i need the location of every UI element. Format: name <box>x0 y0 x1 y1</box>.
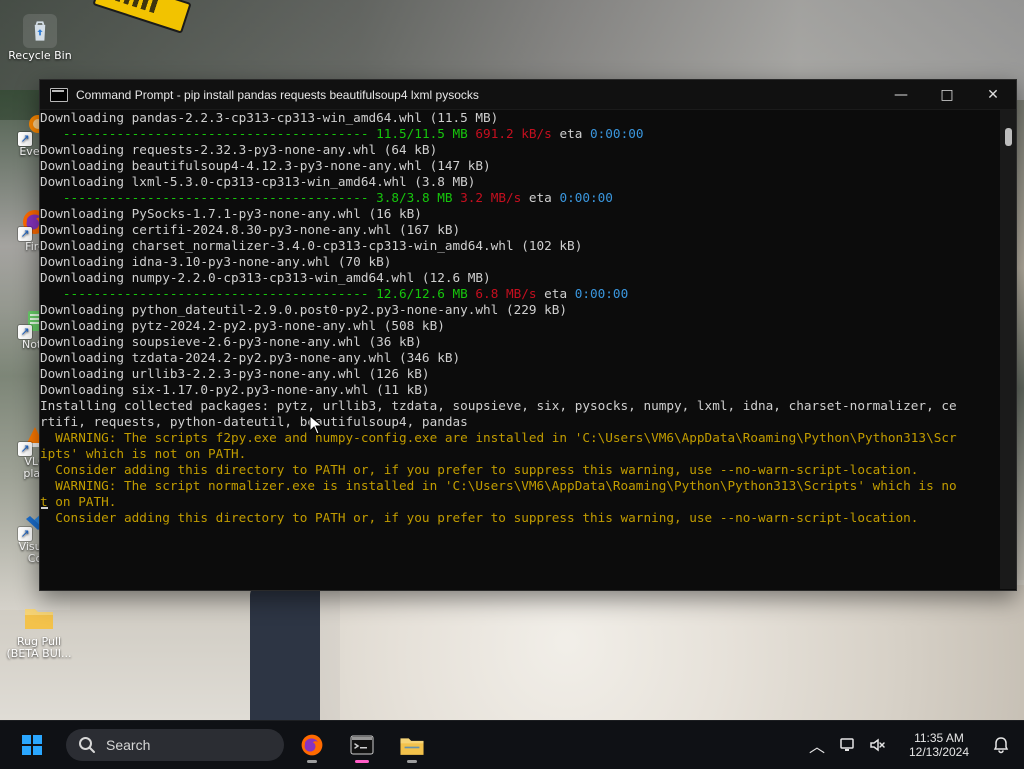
clock-time: 11:35 AM <box>914 731 964 745</box>
console-output[interactable]: Downloading pandas-2.2.3-cp313-cp313-win… <box>40 110 1000 589</box>
network-button[interactable] <box>832 723 862 767</box>
console-segment: 11.5/11.5 MB <box>376 126 468 141</box>
network-icon <box>840 738 854 751</box>
console-line: Consider adding this directory to PATH o… <box>40 510 919 525</box>
mouse-pointer-icon <box>309 415 323 435</box>
recycle-bin-icon-graphic <box>34 21 46 41</box>
folder-icon <box>22 600 56 634</box>
desktop-icon-rug-pull[interactable]: Rug Pull (BETA BUI... <box>2 600 76 660</box>
taskbar-search-placeholder: Search <box>106 737 151 753</box>
bell-icon <box>993 737 1009 754</box>
console-segment: 691.2 kB/s <box>475 126 552 141</box>
window-title: Command Prompt - pip install pandas requ… <box>76 87 479 102</box>
console-line: Installing collected packages: pytz, url… <box>40 398 957 413</box>
notifications-button[interactable] <box>986 723 1016 767</box>
console-line: Downloading idna-3.10-py3-none-any.whl (… <box>40 254 392 269</box>
console-segment: 6.8 MB/s <box>475 286 537 301</box>
maximize-button[interactable]: □ <box>924 80 970 109</box>
console-line: t on PATH. <box>40 494 117 509</box>
taskbar-file-explorer[interactable] <box>390 723 434 767</box>
recycle-bin-icon <box>23 14 57 48</box>
window-controls: — □ ✕ <box>878 80 1016 109</box>
console-line: Downloading python_dateutil-2.9.0.post0-… <box>40 302 568 317</box>
app-active-indicator <box>355 760 369 763</box>
console-segment: 0:00:00 <box>559 190 613 205</box>
console-line: Downloading requests-2.32.3-py3-none-any… <box>40 142 438 157</box>
console-line: rtifi, requests, python-dateutil, beauti… <box>40 414 468 429</box>
desktop-wallpaper-bottom-light <box>320 585 1024 725</box>
app-running-indicator <box>407 760 417 763</box>
console-line: Consider adding this directory to PATH o… <box>40 462 919 477</box>
console-segment: 12.6/12.6 MB <box>376 286 468 301</box>
console-segment: 0:00:00 <box>574 286 629 301</box>
terminal-icon <box>350 735 374 755</box>
windows-logo-icon <box>22 735 42 755</box>
console-line: Downloading lxml-5.3.0-cp313-cp313-win_a… <box>40 174 476 189</box>
chevron-up-icon: ︿ <box>808 737 825 756</box>
system-tray: ︿ 11:35 AM 12/13/2024 <box>802 721 1024 769</box>
volume-button[interactable] <box>862 723 892 767</box>
console-segment: eta <box>551 126 591 141</box>
console-line: Downloading pandas-2.2.3-cp313-cp313-win… <box>40 110 499 125</box>
desktop-icon-label: Rug Pull (BETA BUI... <box>6 635 72 660</box>
console-line: ----------------------------------------… <box>40 126 1000 142</box>
start-button[interactable] <box>8 721 56 769</box>
console-line: Downloading beautifulsoup4-4.12.3-py3-no… <box>40 158 491 173</box>
console-line: ipts' which is not on PATH. <box>40 446 247 461</box>
console-line: Downloading certifi-2024.8.30-py3-none-a… <box>40 222 461 237</box>
text-cursor <box>41 507 48 509</box>
console-segment: eta <box>521 190 560 205</box>
console-line: ----------------------------------------… <box>40 286 1000 302</box>
command-prompt-window[interactable]: Command Prompt - pip install pandas requ… <box>39 79 1017 591</box>
console-line: Downloading six-1.17.0-py2.py3-none-any.… <box>40 382 430 397</box>
volume-muted-icon <box>870 738 885 752</box>
show-hidden-icons-button[interactable]: ︿ <box>802 723 832 767</box>
console-segment: ---------------------------------------- <box>40 126 377 141</box>
taskbar-firefox[interactable] <box>290 723 334 767</box>
app-running-indicator <box>307 760 317 763</box>
command-prompt-icon <box>50 87 68 102</box>
console-line: WARNING: The script normalizer.exe is in… <box>40 478 957 493</box>
folder-icon <box>400 738 424 755</box>
desktop-icon-recycle-bin[interactable]: Recycle Bin <box>3 14 77 62</box>
window-titlebar[interactable]: Command Prompt - pip install pandas requ… <box>40 80 1016 110</box>
console-segment: eta <box>536 286 575 301</box>
console-line: Downloading numpy-2.2.0-cp313-cp313-win_… <box>40 270 491 285</box>
vertical-scrollbar[interactable] <box>1000 110 1016 589</box>
console-line: WARNING: The scripts f2py.exe and numpy-… <box>40 430 957 445</box>
console-line: ----------------------------------------… <box>40 190 1000 206</box>
clock-date: 12/13/2024 <box>908 745 970 759</box>
console-line: Downloading charset_normalizer-3.4.0-cp3… <box>40 238 583 253</box>
console-segment: 3.8/3.8 MB <box>376 190 453 205</box>
console-line: Downloading soupsieve-2.6-py3-none-any.w… <box>40 334 422 349</box>
console-line: Downloading tzdata-2024.2-py2.py3-none-a… <box>40 350 461 365</box>
console-line: Downloading pytz-2024.2-py2.py3-none-any… <box>40 318 445 333</box>
console-line: Downloading urllib3-2.2.3-py3-none-any.w… <box>40 366 430 381</box>
taskbar-clock[interactable]: 11:35 AM 12/13/2024 <box>896 731 982 759</box>
firefox-icon <box>301 734 323 756</box>
console-segment <box>453 190 461 205</box>
folder-icon-graphic <box>25 609 53 629</box>
console-segment: ---------------------------------------- <box>40 286 377 301</box>
taskbar-command-prompt[interactable] <box>340 723 384 767</box>
minimize-button[interactable]: — <box>878 80 924 109</box>
console-line: Downloading PySocks-1.7.1-py3-none-any.w… <box>40 206 422 221</box>
console-segment: 3.2 MB/s <box>460 190 522 205</box>
taskbar: Search ︿ 11:35 AM 12/13/2024 <box>0 720 1024 769</box>
console-segment: ---------------------------------------- <box>40 190 377 205</box>
search-icon <box>79 737 95 753</box>
desktop-icon-label: Recycle Bin <box>8 49 72 62</box>
close-button[interactable]: ✕ <box>970 80 1016 109</box>
console-segment: 0:00:00 <box>590 126 644 141</box>
taskbar-search-box[interactable]: Search <box>66 729 284 761</box>
scrollbar-thumb[interactable] <box>1005 128 1012 146</box>
